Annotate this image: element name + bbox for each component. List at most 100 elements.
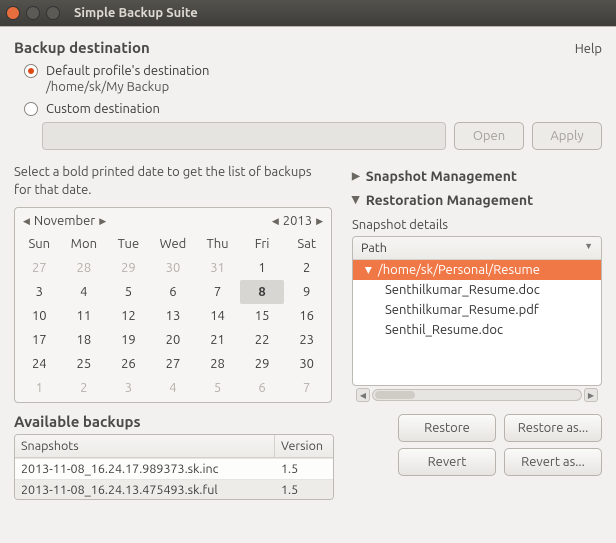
hint-text: Select a bold printed date to get the li… (14, 164, 314, 199)
revert-button[interactable]: Revert (398, 448, 496, 476)
scroll-thumb[interactable] (375, 391, 415, 399)
calendar-day: 31 (195, 256, 240, 280)
radio-label: Default profile's destination (46, 64, 209, 78)
calendar-day[interactable]: 25 (62, 352, 107, 376)
weekday-header: Fri (240, 232, 285, 256)
radio-icon (24, 102, 38, 116)
calendar-day[interactable]: 19 (106, 328, 151, 352)
calendar-day: 5 (195, 376, 240, 400)
calendar-day: 4 (151, 376, 196, 400)
col-version[interactable]: Version (275, 435, 333, 457)
calendar-day[interactable]: 2 (284, 256, 329, 280)
expander-snapshot-management[interactable]: ▶ Snapshot Management (352, 164, 602, 188)
radio-label: Custom destination (46, 102, 160, 116)
calendar-day[interactable]: 24 (17, 352, 62, 376)
tree-file-row[interactable]: Senthilkumar_Resume.doc (353, 280, 601, 300)
calendar-day[interactable]: 16 (284, 304, 329, 328)
tree-root-path: /home/sk/Personal/Resume (378, 263, 540, 277)
calendar-day[interactable]: 26 (106, 352, 151, 376)
chevron-right-icon: ▶ (352, 170, 360, 182)
snapshot-version: 1.5 (275, 459, 333, 479)
next-year-icon[interactable]: ▶ (316, 216, 323, 227)
weekday-header: Sun (17, 232, 62, 256)
calendar-day[interactable]: 9 (284, 280, 329, 304)
col-snapshots[interactable]: Snapshots (15, 435, 275, 457)
calendar-day: 28 (62, 256, 107, 280)
calendar-day: 6 (240, 376, 285, 400)
col-path[interactable]: Path (361, 241, 387, 255)
calendar-day[interactable]: 15 (240, 304, 285, 328)
calendar-day[interactable]: 13 (151, 304, 196, 328)
page-title: Backup destination (14, 39, 150, 56)
tree-file-row[interactable]: Senthil_Resume.doc (353, 320, 601, 340)
calendar-day[interactable]: 21 (195, 328, 240, 352)
calendar-day[interactable]: 27 (151, 352, 196, 376)
calendar-day: 30 (151, 256, 196, 280)
restore-as-button[interactable]: Restore as... (504, 414, 602, 442)
year-label[interactable]: 2013 (283, 214, 312, 228)
calendar-day[interactable]: 17 (17, 328, 62, 352)
chevron-down-icon: ▶ (350, 196, 362, 204)
calendar-day: 7 (284, 376, 329, 400)
calendar-day[interactable]: 18 (62, 328, 107, 352)
calendar-day[interactable]: 30 (284, 352, 329, 376)
month-label[interactable]: November (34, 214, 95, 228)
calendar-day[interactable]: 12 (106, 304, 151, 328)
weekday-header: Tue (106, 232, 151, 256)
tree-root-row[interactable]: ▶ /home/sk/Personal/Resume (353, 260, 601, 280)
calendar-day[interactable]: 29 (240, 352, 285, 376)
radio-custom-destination[interactable]: Custom destination (24, 102, 602, 116)
dropdown-icon[interactable]: ▼ (584, 241, 593, 255)
calendar-day[interactable]: 14 (195, 304, 240, 328)
scroll-track[interactable] (372, 389, 582, 401)
calendar-day[interactable]: 6 (151, 280, 196, 304)
available-backups-title: Available backups (14, 413, 334, 430)
horizontal-scrollbar[interactable]: ◀ ▶ (352, 386, 602, 404)
scroll-left-icon[interactable]: ◀ (356, 388, 370, 402)
prev-month-icon[interactable]: ◀ (23, 216, 30, 227)
calendar-day[interactable]: 11 (62, 304, 107, 328)
window-maximize-icon[interactable] (46, 6, 60, 20)
calendar-day[interactable]: 20 (151, 328, 196, 352)
table-row[interactable]: 2013-11-08_16.24.17.989373.sk.inc1.5 (15, 458, 333, 479)
window-minimize-icon[interactable] (26, 6, 40, 20)
available-backups-list: Snapshots Version 2013-11-08_16.24.17.98… (14, 434, 334, 500)
calendar-day[interactable]: 8 (240, 280, 285, 304)
calendar: ◀ November ▶ ◀ 2013 ▶ SunMonTueWedThuFri… (14, 207, 332, 403)
calendar-day[interactable]: 22 (240, 328, 285, 352)
calendar-day[interactable]: 5 (106, 280, 151, 304)
calendar-day[interactable]: 10 (17, 304, 62, 328)
calendar-day: 3 (106, 376, 151, 400)
weekday-header: Thu (195, 232, 240, 256)
expander-label: Snapshot Management (366, 168, 517, 184)
next-month-icon[interactable]: ▶ (99, 216, 106, 227)
weekday-header: Wed (151, 232, 196, 256)
revert-as-button[interactable]: Revert as... (504, 448, 602, 476)
radio-default-destination[interactable]: Default profile's destination (24, 64, 602, 78)
snapshot-name: 2013-11-08_16.24.13.475493.sk.ful (15, 480, 275, 500)
help-link[interactable]: Help (575, 42, 602, 56)
calendar-day[interactable]: 28 (195, 352, 240, 376)
custom-destination-input[interactable] (42, 122, 446, 150)
scroll-right-icon[interactable]: ▶ (584, 388, 598, 402)
table-row[interactable]: 2013-11-08_16.24.13.475493.sk.ful1.5 (15, 479, 333, 500)
snapshot-tree: Path ▼ ▶ /home/sk/Personal/Resume Senthi… (352, 236, 602, 386)
calendar-day[interactable]: 3 (17, 280, 62, 304)
restore-button[interactable]: Restore (398, 414, 496, 442)
titlebar: Simple Backup Suite (0, 0, 616, 26)
expander-label: Restoration Management (366, 192, 533, 208)
apply-button: Apply (532, 122, 602, 150)
prev-year-icon[interactable]: ◀ (272, 216, 279, 227)
chevron-down-icon: ▶ (363, 267, 374, 274)
open-button: Open (454, 122, 524, 150)
window-close-icon[interactable] (6, 6, 20, 20)
snapshot-name: 2013-11-08_16.24.17.989373.sk.inc (15, 459, 275, 479)
expander-restoration-management[interactable]: ▶ Restoration Management (352, 188, 602, 212)
calendar-day[interactable]: 7 (195, 280, 240, 304)
calendar-day[interactable]: 4 (62, 280, 107, 304)
window-body: Backup destination Help Default profile'… (0, 26, 616, 543)
calendar-day[interactable]: 23 (284, 328, 329, 352)
radio-icon (24, 64, 38, 78)
calendar-day[interactable]: 1 (240, 256, 285, 280)
tree-file-row[interactable]: Senthilkumar_Resume.pdf (353, 300, 601, 320)
